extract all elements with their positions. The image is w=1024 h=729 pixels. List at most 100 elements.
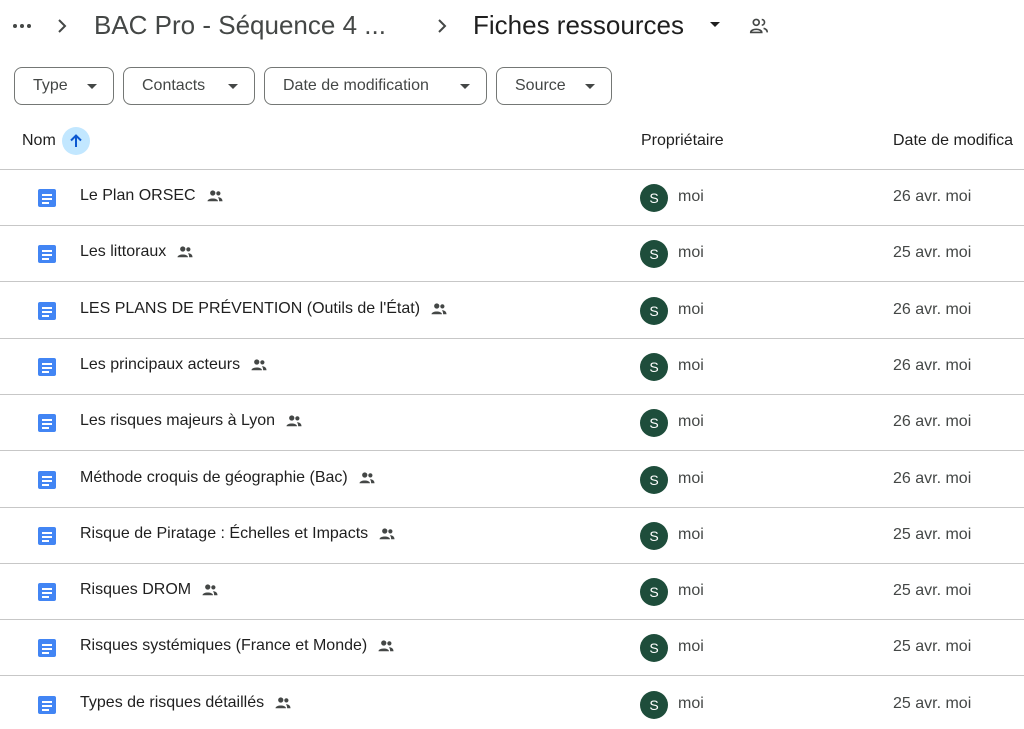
people-icon	[177, 246, 193, 258]
owner-text: moi	[678, 413, 704, 431]
file-name[interactable]: Risque de Piratage : Échelles et Impacts	[80, 525, 396, 543]
filter-contacts-chip[interactable]: Contacts	[123, 67, 255, 105]
file-name[interactable]: Types de risques détaillés	[80, 694, 292, 712]
avatar: S	[640, 465, 668, 494]
file-name-text: Les principaux acteurs	[80, 355, 241, 373]
filter-label: Date de modification	[283, 77, 429, 94]
modified-date: 25 avr. moi	[893, 694, 972, 712]
filter-date-chip[interactable]: Date de modification	[264, 67, 487, 105]
owner-text: moi	[678, 356, 704, 374]
chevron-right-icon	[58, 19, 67, 33]
file-name[interactable]: Le Plan ORSEC	[80, 187, 224, 205]
chevron-right-icon	[438, 19, 447, 33]
owner-text: moi	[678, 638, 704, 656]
file-row[interactable]: Risques systémiques (France et Monde) Smo…	[0, 620, 1024, 677]
modified-date: 26 avr. moi	[893, 413, 972, 431]
breadcrumb-parent-folder[interactable]: BAC Pro - Séquence 4 ...	[94, 8, 386, 42]
google-docs-icon	[38, 245, 56, 264]
file-name[interactable]: Les risques majeurs à Lyon	[80, 412, 303, 430]
filter-label: Source	[515, 77, 566, 94]
file-name-text: Les risques majeurs à Lyon	[80, 412, 276, 430]
avatar: S	[640, 352, 668, 381]
people-icon	[251, 359, 267, 371]
avatar: S	[640, 634, 668, 663]
folder-menu-caret-icon[interactable]	[710, 22, 720, 27]
file-name-text: Risques DROM	[80, 581, 192, 599]
dropdown-arrow-icon	[460, 84, 470, 89]
owner-text: moi	[678, 300, 704, 318]
more-horizontal-icon[interactable]	[8, 12, 36, 40]
file-row[interactable]: Types de risques détaillés Smoi 25 avr. mo…	[0, 677, 1024, 729]
file-row[interactable]: Risques DROM Smoi 25 avr. moi	[0, 564, 1024, 621]
file-row[interactable]: LES PLANS DE PRÉVENTION (Outils de l'Éta…	[0, 283, 1024, 339]
file-row[interactable]: Le Plan ORSEC Smoi 26 avr. moi	[0, 170, 1024, 226]
filter-label: Contacts	[142, 77, 206, 94]
google-docs-icon	[38, 357, 56, 376]
file-name-text: Types de risques détaillés	[80, 693, 265, 711]
people-icon	[286, 415, 302, 427]
modified-date: 25 avr. moi	[893, 638, 972, 656]
file-name[interactable]: Risques systémiques (France et Monde)	[80, 637, 395, 655]
google-docs-icon	[38, 526, 56, 545]
file-name-text: Risque de Piratage : Échelles et Impacts	[80, 524, 369, 542]
owner-text: moi	[678, 694, 704, 712]
file-row[interactable]: Les principaux acteurs Smoi 26 avr. moi	[0, 339, 1024, 395]
modified-date: 26 avr. moi	[893, 469, 972, 487]
file-row[interactable]: Risque de Piratage : Échelles et Impacts…	[0, 508, 1024, 564]
shared-folder-icon[interactable]	[748, 15, 770, 37]
file-name-text: LES PLANS DE PRÉVENTION (Outils de l'Éta…	[80, 299, 421, 317]
people-icon	[431, 302, 447, 314]
arrow-up-icon	[70, 134, 82, 147]
modified-date: 25 avr. moi	[893, 582, 972, 600]
avatar: S	[640, 240, 668, 269]
owner-text: moi	[678, 582, 704, 600]
sort-ascending-button[interactable]	[62, 127, 90, 155]
dropdown-arrow-icon	[87, 84, 97, 89]
modified-date: 26 avr. moi	[893, 300, 972, 318]
filter-type-chip[interactable]: Type	[14, 67, 114, 105]
file-row[interactable]: Les risques majeurs à Lyon Smoi 26 avr. mo…	[0, 395, 1024, 452]
google-docs-icon	[38, 695, 56, 714]
people-icon	[378, 640, 394, 652]
people-icon	[379, 528, 395, 540]
table-header: Nom Propriétaire Date de modifica	[0, 118, 1024, 170]
owner-text: moi	[678, 244, 704, 262]
google-docs-icon	[38, 639, 56, 658]
column-date-header[interactable]: Date de modifica	[893, 132, 1013, 150]
owner-text: moi	[678, 525, 704, 543]
modified-date: 25 avr. moi	[893, 525, 972, 543]
filter-source-chip[interactable]: Source	[496, 67, 612, 105]
owner-text: moi	[678, 188, 704, 205]
filter-label: Type	[33, 77, 68, 94]
people-icon	[202, 584, 218, 596]
google-docs-icon	[38, 583, 56, 602]
avatar: S	[640, 296, 668, 325]
owner-text: moi	[678, 469, 704, 487]
breadcrumb: BAC Pro - Séquence 4 ... Fiches ressourc…	[0, 0, 1024, 52]
modified-date: 26 avr. moi	[893, 356, 972, 374]
file-name[interactable]: LES PLANS DE PRÉVENTION (Outils de l'Éta…	[80, 300, 448, 318]
people-icon	[207, 190, 223, 202]
people-icon	[275, 697, 291, 708]
modified-date: 26 avr. moi	[893, 188, 972, 205]
file-name[interactable]: Méthode croquis de géographie (Bac)	[80, 469, 376, 487]
file-row[interactable]: Méthode croquis de géographie (Bac) Smoi 2…	[0, 452, 1024, 508]
file-name-text: Méthode croquis de géographie (Bac)	[80, 468, 348, 486]
file-name[interactable]: Les littoraux	[80, 243, 194, 261]
people-icon	[359, 471, 375, 483]
google-docs-icon	[38, 414, 56, 433]
google-docs-icon	[38, 189, 56, 207]
column-owner-header[interactable]: Propriétaire	[641, 132, 724, 150]
file-name-text: Les littoraux	[80, 243, 167, 261]
google-docs-icon	[38, 470, 56, 489]
column-name-header[interactable]: Nom	[22, 132, 56, 150]
file-name[interactable]: Les principaux acteurs	[80, 356, 268, 374]
file-name-text: Risques systémiques (France et Monde)	[80, 637, 368, 655]
breadcrumb-current-folder[interactable]: Fiches ressources	[473, 8, 684, 42]
file-name[interactable]: Risques DROM	[80, 581, 219, 599]
file-name-text: Le Plan ORSEC	[80, 187, 196, 204]
google-docs-icon	[38, 301, 56, 320]
dropdown-arrow-icon	[228, 84, 238, 89]
dropdown-arrow-icon	[585, 84, 595, 89]
file-row[interactable]: Les littoraux Smoi 25 avr. moi	[0, 226, 1024, 283]
